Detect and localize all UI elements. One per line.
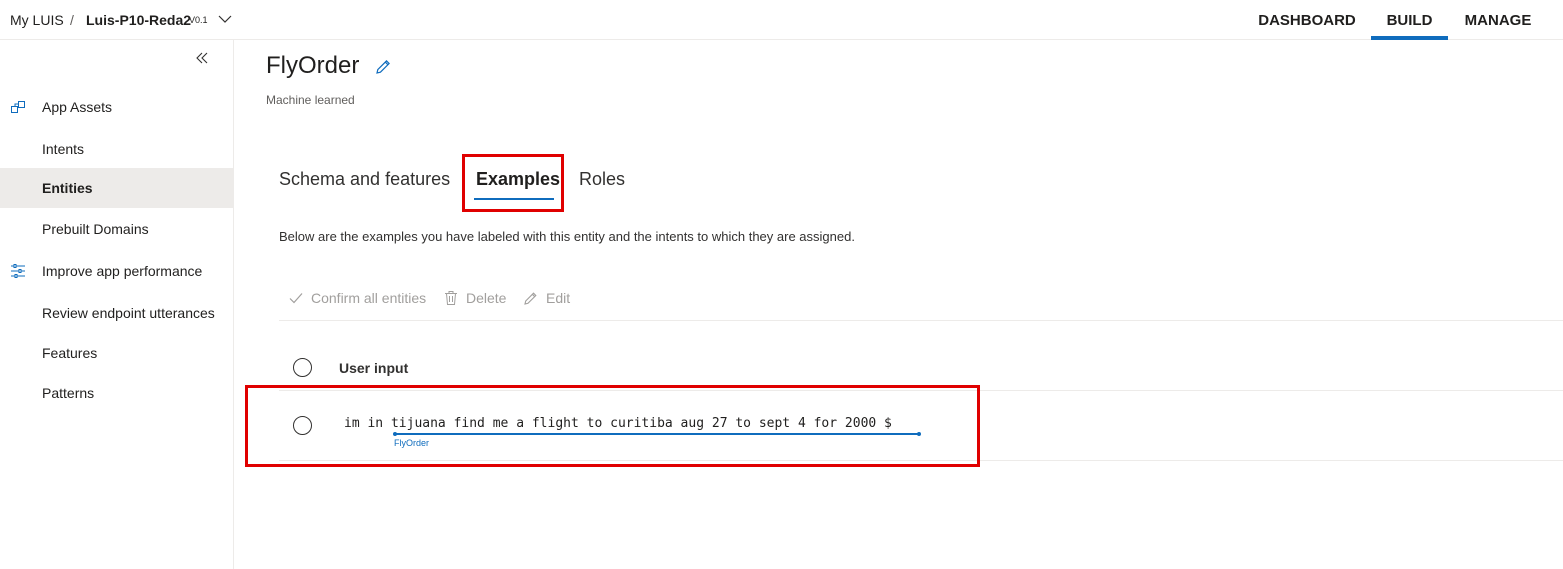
chevron-down-icon[interactable]	[218, 12, 232, 31]
sidebar-item-patterns[interactable]: Patterns	[0, 373, 233, 413]
sidebar-item-label: Review endpoint utterances	[42, 305, 215, 321]
breadcrumb-my-luis[interactable]: My LUIS	[10, 12, 64, 28]
confirm-all-entities-button[interactable]: Confirm all entities	[288, 290, 426, 306]
examples-description: Below are the examples you have labeled …	[279, 229, 855, 244]
sidebar-item-entities[interactable]: Entities	[0, 168, 233, 208]
sidebar-item-intents[interactable]: Intents	[0, 129, 233, 169]
nav-manage[interactable]: MANAGE	[1456, 0, 1540, 40]
double-chevron-left-icon[interactable]	[195, 51, 209, 70]
column-header-user-input: User input	[339, 360, 409, 376]
tab-highlight-box	[462, 154, 564, 212]
sidebar-item-label: Entities	[42, 180, 93, 196]
select-all-radio[interactable]	[293, 358, 312, 377]
row-highlight-box	[245, 385, 980, 467]
tab-schema-and-features[interactable]: Schema and features	[279, 169, 450, 190]
app-version: V0.1	[189, 15, 208, 25]
sidebar-item-review-endpoint-utterances[interactable]: Review endpoint utterances	[0, 293, 233, 333]
sidebar-item-app-assets[interactable]: App Assets	[0, 87, 233, 127]
command-bar-divider	[279, 320, 1563, 321]
confirm-all-entities-label: Confirm all entities	[311, 290, 427, 306]
sidebar-item-features[interactable]: Features	[0, 333, 233, 373]
app-assets-icon	[10, 99, 26, 118]
checkmark-icon	[289, 293, 303, 304]
pencil-icon[interactable]	[374, 58, 392, 81]
delete-button[interactable]: Delete	[443, 290, 506, 306]
sidebar-item-improve-app-performance[interactable]: Improve app performance	[0, 251, 233, 291]
delete-label: Delete	[466, 290, 507, 306]
trash-icon	[445, 291, 457, 305]
sidebar-item-prebuilt-domains[interactable]: Prebuilt Domains	[0, 209, 233, 249]
edit-label: Edit	[546, 290, 571, 306]
edit-button[interactable]: Edit	[523, 290, 570, 306]
nav-build[interactable]: BUILD	[1371, 0, 1448, 40]
nav-dashboard[interactable]: DASHBOARD	[1250, 0, 1364, 40]
entity-type: Machine learned	[266, 93, 355, 107]
sidebar-item-label: Intents	[42, 141, 85, 157]
breadcrumb-app-name[interactable]: Luis-P10-Reda2	[86, 12, 191, 28]
page-title: FlyOrder	[266, 52, 360, 79]
pencil-icon	[524, 292, 537, 305]
sliders-icon	[10, 263, 26, 282]
sidebar-item-label: Improve app performance	[42, 263, 203, 279]
breadcrumb-separator: /	[70, 12, 74, 28]
sidebar-item-label: Prebuilt Domains	[42, 221, 149, 237]
sidebar-item-label: Features	[42, 345, 98, 361]
sidebar-item-label: App Assets	[42, 99, 113, 115]
tab-roles[interactable]: Roles	[579, 169, 625, 190]
top-bar: My LUIS / Luis-P10-Reda2 V0.1 DASHBOARD …	[0, 0, 1563, 40]
sidebar-item-label: Patterns	[42, 385, 95, 401]
sidebar: App Assets Intents Entities Prebuilt Dom…	[0, 40, 234, 569]
